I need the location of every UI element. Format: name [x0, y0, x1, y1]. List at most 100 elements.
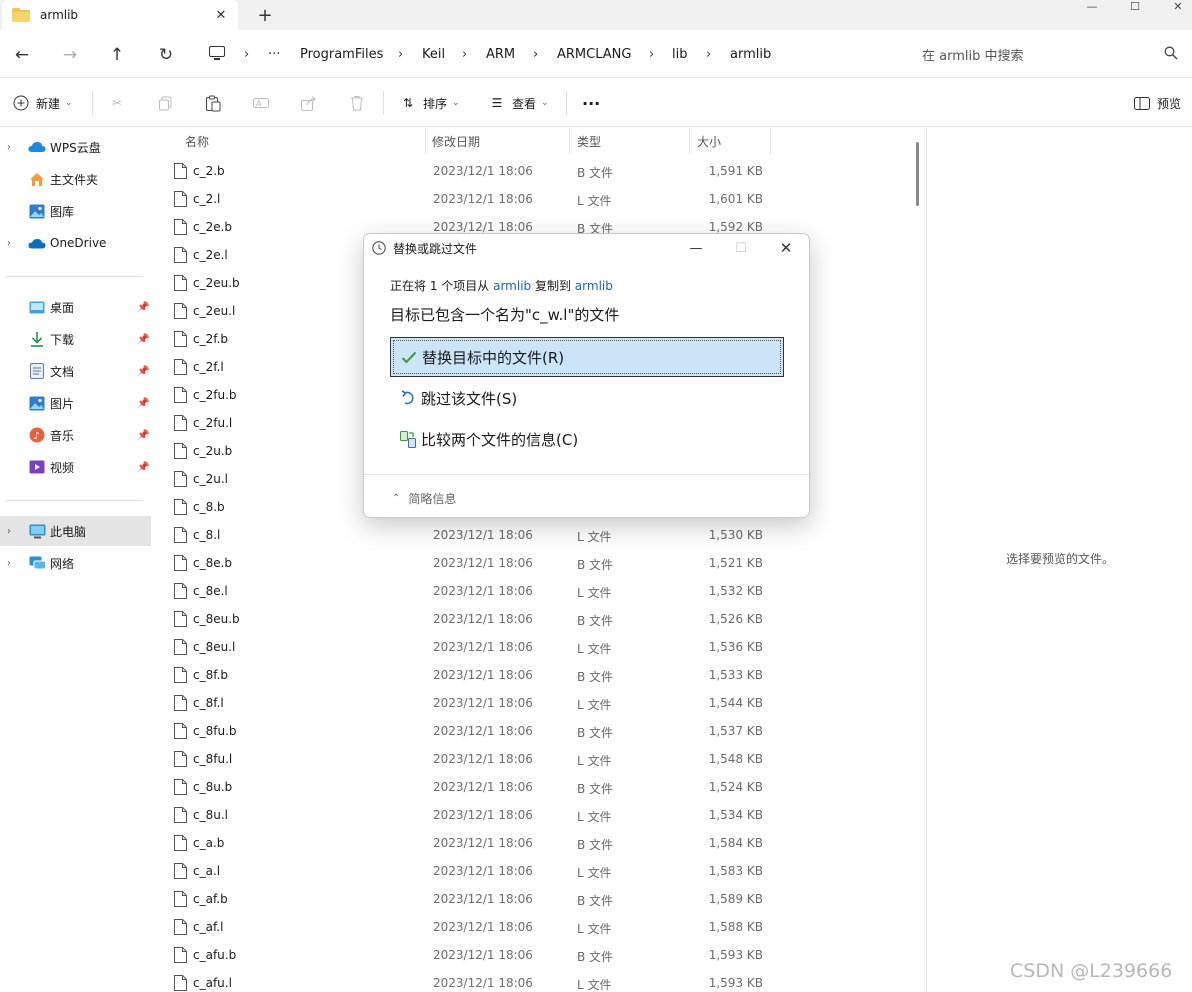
- pin-icon[interactable]: 📌: [137, 302, 149, 313]
- refresh-icon[interactable]: ↻: [153, 42, 179, 68]
- maximize-icon[interactable]: ☐: [1113, 0, 1157, 14]
- destination-folder-link[interactable]: armlib: [575, 279, 613, 293]
- file-row[interactable]: c_af.b 2023/12/1 18:06 B 文件 1,589 KB: [154, 885, 912, 913]
- back-icon[interactable]: ←: [9, 42, 35, 68]
- chevron-right-icon[interactable]: ›: [7, 238, 11, 249]
- file-row[interactable]: c_8eu.b 2023/12/1 18:06 B 文件 1,526 KB: [154, 605, 912, 633]
- file-row[interactable]: c_8u.b 2023/12/1 18:06 B 文件 1,524 KB: [154, 773, 912, 801]
- delete-button[interactable]: [348, 91, 372, 115]
- sidebar-item-wps-cloud[interactable]: › WPS云盘: [0, 132, 151, 162]
- breadcrumb-keil[interactable]: Keil: [422, 38, 445, 70]
- pin-icon[interactable]: 📌: [137, 462, 149, 473]
- chevron-right-icon[interactable]: ›: [533, 38, 538, 70]
- dialog-titlebar[interactable]: 替换或跳过文件 — ☐ ✕: [364, 234, 809, 262]
- pin-icon[interactable]: 📌: [137, 430, 149, 441]
- dialog-close-icon[interactable]: ✕: [766, 236, 806, 260]
- compare-option-label: 比较两个文件的信息(C): [421, 430, 579, 449]
- preview-pane-button[interactable]: 预览: [1133, 91, 1181, 115]
- view-button[interactable]: ☰ 查看 ⌄: [488, 91, 549, 115]
- file-row[interactable]: c_af.l 2023/12/1 18:06 L 文件 1,588 KB: [154, 913, 912, 941]
- file-row[interactable]: c_afu.l 2023/12/1 18:06 L 文件 1,593 KB: [154, 969, 912, 992]
- tab-close-icon[interactable]: ✕: [212, 6, 230, 24]
- svg-text:♪: ♪: [33, 431, 39, 442]
- file-row[interactable]: c_8.l 2023/12/1 18:06 L 文件 1,530 KB: [154, 521, 912, 549]
- rename-button[interactable]: A: [252, 91, 276, 115]
- minimize-icon[interactable]: —: [1070, 0, 1114, 14]
- copy-button[interactable]: [156, 91, 180, 115]
- column-divider[interactable]: [425, 128, 426, 154]
- file-row[interactable]: c_8fu.l 2023/12/1 18:06 L 文件 1,548 KB: [154, 745, 912, 773]
- less-details-button[interactable]: ⌃ 简略信息: [392, 490, 456, 507]
- sort-button[interactable]: ⇅ 排序 ⌄: [399, 91, 460, 115]
- file-row[interactable]: c_8u.l 2023/12/1 18:06 L 文件 1,534 KB: [154, 801, 912, 829]
- file-row[interactable]: c_2.b 2023/12/1 18:06 B 文件 1,591 KB: [154, 157, 912, 185]
- file-row[interactable]: c_8e.l 2023/12/1 18:06 L 文件 1,532 KB: [154, 577, 912, 605]
- file-row[interactable]: c_2.l 2023/12/1 18:06 L 文件 1,601 KB: [154, 185, 912, 213]
- file-date: 2023/12/1 18:06: [433, 668, 533, 682]
- breadcrumb-armlib[interactable]: armlib: [730, 38, 771, 70]
- breadcrumb-more[interactable]: ···: [268, 38, 280, 70]
- new-tab-icon[interactable]: +: [254, 4, 276, 26]
- column-divider[interactable]: [569, 128, 570, 154]
- close-window-icon[interactable]: ✕: [1156, 0, 1192, 14]
- sidebar-item-documents[interactable]: 文档 📌: [0, 356, 151, 386]
- column-divider[interactable]: [770, 128, 771, 154]
- breadcrumb-armclang[interactable]: ARMCLANG: [557, 38, 631, 70]
- sidebar-item-desktop[interactable]: 桌面 📌: [0, 292, 151, 322]
- source-folder-link[interactable]: armlib: [493, 279, 531, 293]
- sidebar-item-pictures[interactable]: 图片 📌: [0, 388, 151, 418]
- chevron-right-icon[interactable]: ›: [398, 38, 403, 70]
- file-row[interactable]: c_a.b 2023/12/1 18:06 B 文件 1,584 KB: [154, 829, 912, 857]
- up-icon[interactable]: ↑: [104, 42, 130, 68]
- sidebar-item-music[interactable]: ♪ 音乐 📌: [0, 420, 151, 450]
- sidebar-item-gallery[interactable]: 图库: [0, 196, 151, 226]
- chevron-right-icon[interactable]: ›: [7, 526, 11, 537]
- breadcrumb-programfiles[interactable]: ProgramFiles: [300, 38, 383, 70]
- file-row[interactable]: c_8eu.l 2023/12/1 18:06 L 文件 1,536 KB: [154, 633, 912, 661]
- file-row[interactable]: c_a.l 2023/12/1 18:06 L 文件 1,583 KB: [154, 857, 912, 885]
- sidebar-item-home[interactable]: 主文件夹: [0, 164, 151, 194]
- pin-icon[interactable]: 📌: [137, 398, 149, 409]
- column-divider[interactable]: [689, 128, 690, 154]
- sidebar-item-this-pc[interactable]: › 此电脑: [0, 516, 151, 546]
- pin-icon[interactable]: 📌: [137, 366, 149, 377]
- chevron-right-icon[interactable]: ›: [7, 558, 11, 569]
- dialog-minimize-icon[interactable]: —: [676, 236, 716, 260]
- column-header-name[interactable]: ⌃ 名称: [185, 128, 336, 154]
- file-row[interactable]: c_8f.l 2023/12/1 18:06 L 文件 1,544 KB: [154, 689, 912, 717]
- address-bar[interactable]: › ··· ProgramFiles › Keil › ARM › ARMCLA…: [200, 38, 896, 70]
- sidebar-item-network[interactable]: › 网络: [0, 548, 151, 578]
- tab-armlib[interactable]: armlib ✕: [2, 0, 238, 30]
- file-row[interactable]: c_8e.b 2023/12/1 18:06 B 文件 1,521 KB: [154, 549, 912, 577]
- forward-icon[interactable]: →: [57, 42, 83, 68]
- cut-button[interactable]: ✂: [108, 91, 132, 115]
- sidebar-item-downloads[interactable]: 下载 📌: [0, 324, 151, 354]
- chevron-right-icon[interactable]: ›: [7, 142, 11, 153]
- sidebar-item-videos[interactable]: 视频 📌: [0, 452, 151, 482]
- column-header-date[interactable]: 修改日期: [432, 128, 480, 154]
- chevron-right-icon[interactable]: ›: [244, 38, 249, 70]
- dialog-title: 替换或跳过文件: [393, 242, 478, 256]
- file-row[interactable]: c_afu.b 2023/12/1 18:06 B 文件 1,593 KB: [154, 941, 912, 969]
- column-header-type[interactable]: 类型: [577, 128, 601, 154]
- column-header-size[interactable]: 大小: [697, 128, 721, 154]
- new-button[interactable]: 新建 ⌄: [12, 91, 73, 115]
- file-row[interactable]: c_8fu.b 2023/12/1 18:06 B 文件 1,537 KB: [154, 717, 912, 745]
- chevron-right-icon[interactable]: ›: [706, 38, 711, 70]
- pin-icon[interactable]: 📌: [137, 334, 149, 345]
- chevron-right-icon[interactable]: ›: [649, 38, 654, 70]
- chevron-right-icon[interactable]: ›: [462, 38, 467, 70]
- sidebar-item-onedrive[interactable]: › OneDrive: [0, 228, 151, 258]
- skip-file-option[interactable]: 跳过该文件(S): [390, 378, 784, 418]
- vertical-scrollbar[interactable]: [916, 142, 919, 206]
- compare-files-option[interactable]: 比较两个文件的信息(C): [390, 419, 784, 459]
- breadcrumb-lib[interactable]: lib: [672, 38, 687, 70]
- file-row[interactable]: c_8f.b 2023/12/1 18:06 B 文件 1,533 KB: [154, 661, 912, 689]
- share-button[interactable]: [300, 91, 324, 115]
- file-name: c_8.b: [193, 500, 225, 514]
- breadcrumb-arm[interactable]: ARM: [486, 38, 515, 70]
- more-options-button[interactable]: ···: [582, 91, 600, 115]
- search-input[interactable]: 在 armlib 中搜索: [908, 38, 1192, 70]
- replace-file-option[interactable]: 替换目标中的文件(R): [390, 337, 784, 377]
- paste-button[interactable]: [204, 91, 228, 115]
